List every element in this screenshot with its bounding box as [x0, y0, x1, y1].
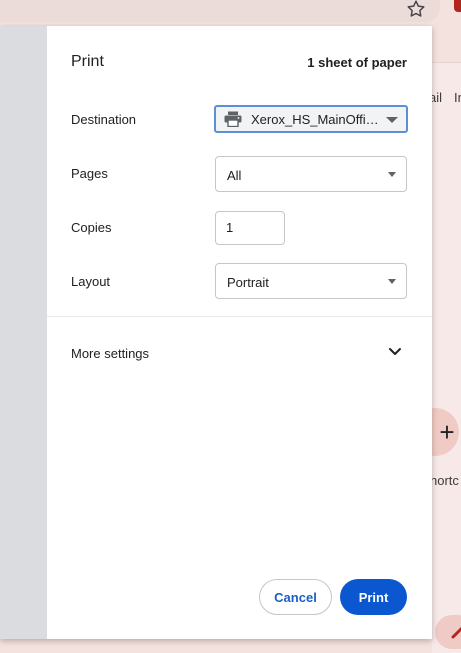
address-bar[interactable] [0, 0, 440, 22]
sheet-count: 1 sheet of paper [307, 55, 407, 70]
copies-input[interactable]: 1 [215, 211, 285, 245]
background-divider [432, 62, 461, 63]
dropdown-arrow-icon [388, 279, 396, 284]
pages-label: Pages [71, 166, 108, 181]
destination-select[interactable]: Xerox_HS_MainOffice [214, 105, 408, 133]
pages-select[interactable]: All [215, 156, 407, 192]
print-settings-pane: Print 1 sheet of paper Destination Xerox… [47, 26, 432, 639]
layout-value: Portrait [227, 275, 269, 290]
cancel-button[interactable]: Cancel [259, 579, 332, 615]
printer-icon [224, 111, 242, 127]
shortcut-label: hortc [430, 473, 459, 488]
print-preview-pane [0, 26, 47, 639]
background-page [432, 62, 461, 653]
layout-select[interactable]: Portrait [215, 263, 407, 299]
pencil-icon [451, 626, 461, 639]
print-dialog: Print 1 sheet of paper Destination Xerox… [0, 26, 432, 639]
star-outline-icon[interactable] [405, 0, 427, 20]
dialog-title: Print [71, 53, 104, 70]
dropdown-arrow-icon [386, 117, 398, 123]
layout-label: Layout [71, 274, 111, 289]
section-divider [47, 316, 432, 317]
profile-badge [454, 0, 461, 12]
pages-value: All [227, 168, 242, 183]
dropdown-arrow-icon [388, 172, 396, 177]
more-settings-label: More settings [71, 346, 150, 361]
chevron-down-icon [389, 348, 401, 355]
more-settings-toggle[interactable]: More settings [47, 334, 432, 370]
customize-button[interactable] [435, 615, 461, 649]
destination-label: Destination [71, 112, 137, 127]
background-tab-text: In [454, 90, 461, 105]
print-button[interactable]: Print [340, 579, 407, 615]
copies-label: Copies [71, 220, 112, 235]
destination-value: Xerox_HS_MainOffice [251, 112, 379, 127]
